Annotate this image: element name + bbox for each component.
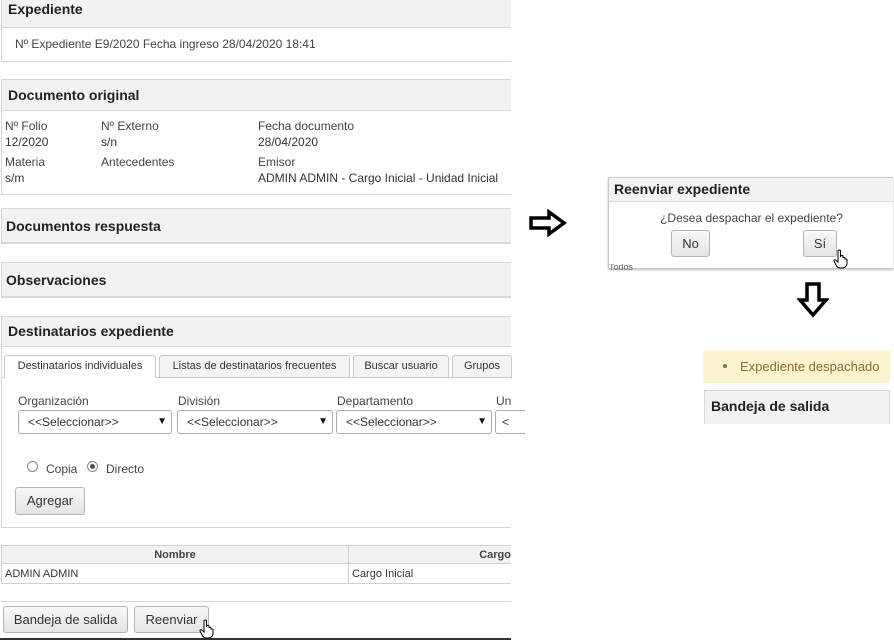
dialog-question: ¿Desea despachar el expediente? — [660, 211, 843, 225]
expediente-info: Nº Expediente E9/2020 Fecha ingreso 28/0… — [15, 37, 316, 51]
despachado-notice: Expediente despachado — [703, 350, 890, 383]
fecha-ingreso-value: 28/04/2020 18:41 — [222, 37, 316, 51]
chevron-down-icon: ▼ — [318, 416, 328, 427]
expediente-title: Expediente — [2, 0, 511, 28]
despachado-message: Expediente despachado — [740, 359, 880, 374]
antecedentes-label: Antecedentes — [101, 155, 175, 169]
arrow-right-icon — [529, 209, 567, 237]
destinatarios-title: Destinatarios expediente — [2, 317, 511, 347]
organizacion-select[interactable]: <<Seleccionar>> ▼ — [18, 410, 172, 434]
documento-original-title: Documento original — [2, 80, 511, 111]
expediente-panel: Expediente Nº Expediente E9/2020 Fecha i… — [1, 0, 511, 62]
destinatarios-table: Nombre Cargo ADMIN ADMIN Cargo Inicial — [1, 545, 511, 584]
observaciones-panel[interactable]: Observaciones — [1, 262, 511, 298]
departamento-label: Departamento — [337, 394, 414, 408]
departamento-select-value: <<Seleccionar>> — [346, 415, 437, 429]
documento-original-panel: Documento original Nº Folio 12/2020 Nº E… — [1, 79, 511, 195]
externo-value: s/n — [101, 135, 118, 149]
nombre-cell: ADMIN ADMIN — [1, 563, 349, 584]
fecha-documento-value: 28/04/2020 — [258, 135, 319, 149]
copia-radio[interactable] — [27, 461, 38, 472]
externo-label: Nº Externo — [101, 119, 159, 133]
unidad-select-value: < — [502, 415, 510, 429]
copia-label[interactable]: Copia — [46, 462, 77, 476]
dialog-title: Reenviar expediente — [609, 178, 893, 202]
organizacion-select-value: <<Seleccionar>> — [28, 415, 119, 429]
numero-label: Nº Expediente — [15, 37, 92, 51]
documentos-respuesta-panel[interactable]: Documentos respuesta — [1, 208, 511, 244]
materia-label: Materia — [5, 155, 46, 169]
dialog-peek-text: Todos — [609, 264, 634, 270]
emisor-value: ADMIN ADMIN - Cargo Inicial - Unidad Ini… — [258, 171, 499, 185]
folio-value: 12/2020 — [5, 135, 49, 149]
tab-buscar-usuario[interactable]: Buscar usuario — [353, 355, 449, 377]
bandeja-salida-title: Bandeja de salida — [711, 398, 830, 414]
unidad-select[interactable]: < — [495, 410, 525, 434]
bullet-icon — [723, 364, 727, 368]
bandeja-salida-panel: Bandeja de salida — [704, 390, 890, 424]
tab-destinatarios-individuales[interactable]: Destinatarios individuales — [4, 355, 156, 378]
fecha-ingreso-label: Fecha ingreso — [142, 37, 219, 51]
directo-label[interactable]: Directo — [106, 462, 144, 476]
reenviar-button[interactable]: Reenviar — [134, 606, 209, 633]
destinatarios-tabs: Destinatarios individuales Listas de des… — [2, 355, 512, 378]
emisor-label: Emisor — [258, 155, 296, 169]
destinatarios-panel: Destinatarios expediente Destinatarios i… — [1, 316, 525, 528]
observaciones-title[interactable]: Observaciones — [2, 263, 511, 297]
arrow-down-icon — [797, 282, 829, 318]
materia-value: s/m — [5, 171, 25, 185]
chevron-down-icon: ▼ — [477, 416, 487, 427]
dialog-no-button[interactable]: No — [671, 230, 710, 257]
table-row: ADMIN ADMIN Cargo Inicial — [1, 563, 512, 584]
footer-divider — [0, 601, 511, 602]
chevron-down-icon: ▼ — [157, 416, 167, 427]
directo-radio[interactable] — [87, 461, 98, 472]
agregar-button[interactable]: Agregar — [15, 487, 85, 515]
documentos-respuesta-title[interactable]: Documentos respuesta — [2, 209, 511, 243]
division-label: División — [178, 394, 221, 408]
cargo-cell: Cargo Inicial — [352, 567, 414, 580]
nombre-header[interactable]: Nombre — [1, 545, 349, 564]
hand-cursor-icon — [199, 619, 214, 639]
tab-listas-frecuentes[interactable]: Listas de destinatarios frecuentes — [159, 355, 350, 377]
organizacion-label: Organización — [18, 394, 89, 408]
tab-grupos[interactable]: Grupos — [452, 355, 512, 377]
numero-value: E9/2020 — [94, 37, 140, 51]
bandeja-salida-button[interactable]: Bandeja de salida — [3, 606, 128, 633]
unidad-label: Un — [496, 394, 512, 408]
reenviar-dialog: Reenviar expediente ¿Desea despachar el … — [608, 177, 893, 270]
division-select-value: <<Seleccionar>> — [187, 415, 278, 429]
folio-label: Nº Folio — [5, 119, 48, 133]
departamento-select[interactable]: <<Seleccionar>> ▼ — [336, 410, 492, 434]
hand-cursor-icon — [833, 249, 848, 269]
table-header-row: Nombre Cargo — [1, 545, 511, 564]
dialog-si-button[interactable]: Sí — [803, 230, 837, 257]
cargo-header[interactable]: Cargo — [348, 545, 511, 564]
division-select[interactable]: <<Seleccionar>> ▼ — [177, 410, 333, 434]
fecha-documento-label: Fecha documento — [258, 119, 355, 133]
